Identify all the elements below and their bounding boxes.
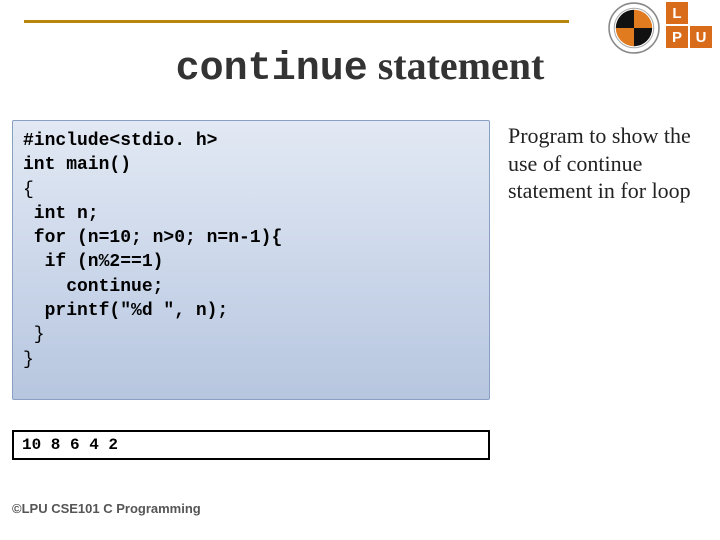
- code-line-10: }: [23, 350, 34, 370]
- slide-annotation: Program to show the use of continue stat…: [508, 122, 708, 205]
- title-keyword: continue: [176, 47, 368, 92]
- code-line-2: int main(): [23, 155, 131, 175]
- code-line-1: #include<stdio. h>: [23, 131, 217, 151]
- code-line-7: continue;: [23, 277, 163, 297]
- code-line-8: printf("%d ", n);: [23, 301, 228, 321]
- code-line-4: int n;: [23, 204, 99, 224]
- code-line-3: {: [23, 180, 34, 200]
- header-rule: [24, 20, 569, 23]
- code-line-9: }: [23, 325, 45, 345]
- code-line-6: if (n%2==1): [23, 252, 163, 272]
- code-block: #include<stdio. h> int main() { int n; f…: [12, 120, 490, 400]
- footer-copyright: ©LPU CSE101 C Programming: [12, 501, 201, 516]
- code-line-5: for (n=10; n>0; n=n-1){: [23, 228, 282, 248]
- logo-tile-l: L: [666, 2, 688, 24]
- title-rest: statement: [368, 43, 545, 88]
- program-output: 10 8 6 4 2: [12, 430, 490, 460]
- slide-title: continue statement: [0, 42, 720, 92]
